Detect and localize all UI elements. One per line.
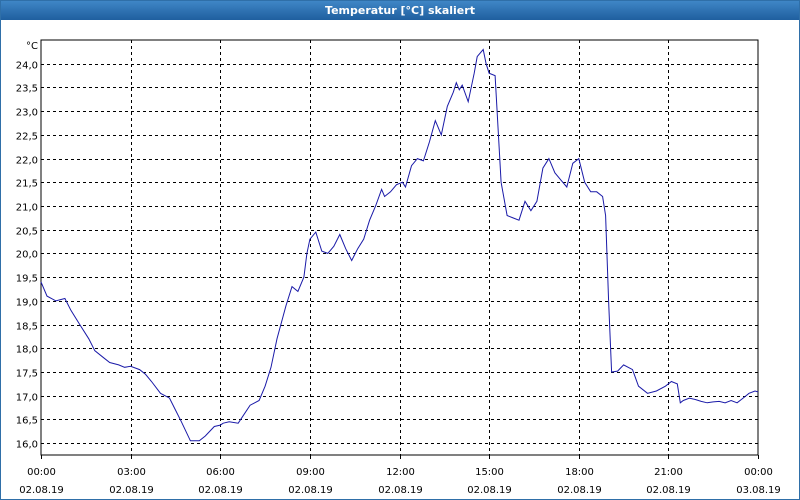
chart-window: Temperatur [°C] skaliert °C 16,0 16,5 17,0… (0, 0, 800, 500)
y-tick-label: 18,5 (16, 322, 38, 333)
x-axis: 00:00 02.08.19 03:00 02.08.19 06:00 02.08.19 0… (19, 455, 781, 496)
x-tick-date-label: 02.08.19 (646, 485, 691, 496)
temperature-chart: °C 16,0 16,5 17,0 17,5 18,0 18,5 19,0 19,5 20,0 2… (16, 39, 781, 496)
temperature-series-line (40, 48, 759, 442)
y-tick-label: 20,5 (16, 227, 38, 238)
x-tick-date-label: 02.08.19 (467, 485, 512, 496)
window-title: Temperatur [°C] skaliert (1, 1, 799, 20)
x-tick-time-label: 12:00 (386, 467, 415, 478)
x-tick-date-label: 03.08.19 (736, 485, 781, 496)
x-tick-date-label: 02.08.19 (288, 485, 333, 496)
x-tick-time-label: 03:00 (117, 467, 146, 478)
x-tick-date-label: 02.08.19 (378, 485, 423, 496)
x-tick-date-label: 02.08.19 (109, 485, 154, 496)
y-tick-label: 16,5 (16, 416, 38, 427)
x-tick-time-label: 09:00 (296, 467, 325, 478)
x-tick-date-label: 02.08.19 (557, 485, 602, 496)
x-tick-date-label: 02.08.19 (19, 485, 64, 496)
y-tick-label: 21,0 (16, 203, 38, 214)
y-tick-label: 21,5 (16, 179, 38, 190)
y-tick-label: 17,0 (16, 393, 38, 404)
series-layer (40, 48, 759, 442)
y-axis: °C 16,0 16,5 17,0 17,5 18,0 18,5 19,0 19,5 20,0 2… (16, 41, 38, 451)
y-tick-label: 20,0 (16, 250, 38, 261)
y-tick-label: 18,0 (16, 345, 38, 356)
y-tick-label: 22,0 (16, 156, 38, 167)
x-tick-time-label: 00:00 (27, 467, 56, 478)
y-tick-label: 23,5 (16, 84, 38, 95)
y-tick-label: 19,0 (16, 298, 38, 309)
y-unit-label: °C (26, 41, 38, 52)
y-tick-label: 17,5 (16, 369, 38, 380)
y-tick-label: 22,5 (16, 132, 38, 143)
x-tick-time-label: 18:00 (565, 467, 594, 478)
y-tick-label: 19,5 (16, 274, 38, 285)
x-tick-time-label: 21:00 (654, 467, 683, 478)
y-tick-label: 24,0 (16, 61, 38, 72)
x-tick-date-label: 02.08.19 (198, 485, 243, 496)
x-tick-time-label: 00:00 (744, 467, 773, 478)
y-tick-label: 23,0 (16, 108, 38, 119)
y-tick-label: 16,0 (16, 440, 38, 451)
x-tick-time-label: 15:00 (475, 467, 504, 478)
x-tick-time-label: 06:00 (206, 467, 235, 478)
